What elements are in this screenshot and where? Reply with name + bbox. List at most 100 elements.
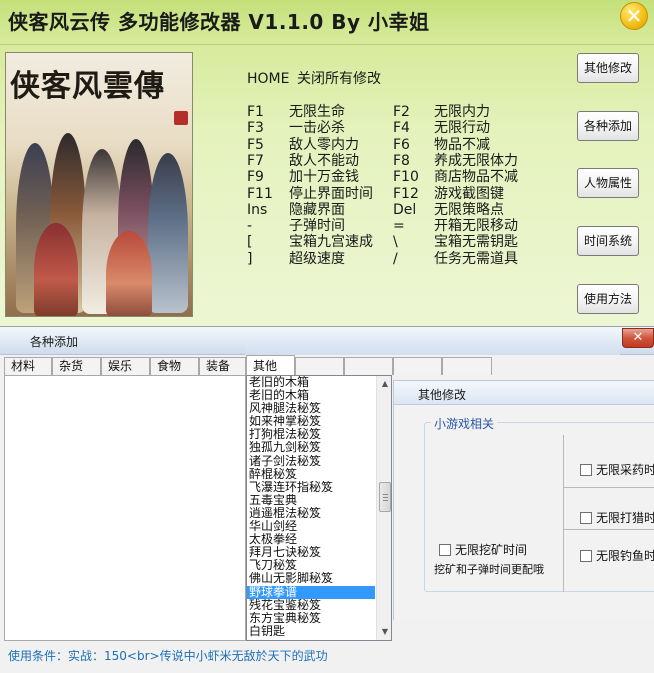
title-bar: 侠客风云传 多功能修改器 V1.1.0 By 小幸姐 ✕ <box>0 0 654 44</box>
list-item[interactable]: 风神腿法秘笈 <box>247 402 375 415</box>
checkbox-label: 无限挖矿时间 <box>455 543 528 557</box>
list-item[interactable]: 如来神掌秘笈 <box>247 415 375 428</box>
hotkey-key: F11 <box>247 185 273 202</box>
close-icon[interactable]: ✕ <box>620 2 648 30</box>
hotkey-row: F1 无限生命 F2 无限内力 <box>247 104 567 121</box>
tab-empty[interactable] <box>393 357 442 375</box>
hotkey-action: 无限行动 <box>434 120 490 137</box>
list-item[interactable]: 老旧的木箱 <box>247 376 375 389</box>
hotkey-action: 无限策略点 <box>434 201 504 218</box>
tab-equipment[interactable]: 装备 <box>199 357 246 375</box>
list-item[interactable]: 华山剑经 <box>247 520 375 533</box>
scroll-down-icon[interactable]: ▼ <box>377 624 391 640</box>
hotkey-action: 一击必杀 <box>289 120 345 137</box>
hotkey-key: HOME <box>247 71 290 87</box>
checkbox-box[interactable] <box>580 550 592 562</box>
list-item[interactable]: 诸子剑法秘笈 <box>247 455 375 468</box>
list-item[interactable]: 白钥匙 <box>247 625 375 638</box>
scroll-up-icon[interactable]: ▲ <box>377 376 391 392</box>
hotkey-key: Ins <box>247 201 268 218</box>
checkbox-box[interactable] <box>580 464 592 476</box>
tab-empty[interactable] <box>295 357 344 375</box>
tab-sundries[interactable]: 杂货 <box>52 357 101 375</box>
usage-guide-button[interactable]: 使用方法 <box>577 284 639 314</box>
list-item[interactable]: 东方宝典秘笈 <box>247 612 375 625</box>
hotkey-list: HOME 关闭所有修改 F1 无限生命 F2 无限内力 F3 一击必杀 F4 无限行动 F5 敌人… <box>247 68 567 318</box>
window-title: 侠客风云传 多功能修改器 V1.1.0 By 小幸姐 <box>8 10 430 34</box>
list-item[interactable]: 独孤九剑秘笈 <box>247 441 375 454</box>
list-item[interactable]: 醉棍秘笈 <box>247 468 375 481</box>
title-divider <box>0 44 654 45</box>
hotkey-key: F1 <box>247 104 264 120</box>
usage-condition-text: 使用条件：实战：150<br>传说中小虾米无敌於天下的武功 <box>8 649 328 663</box>
infinite-fishing-time-checkbox[interactable]: 无限钓鱼时 <box>580 547 654 564</box>
time-system-button[interactable]: 时间系统 <box>577 226 639 256</box>
hotkey-key: F4 <box>393 120 410 137</box>
list-item[interactable]: 打狗棍法秘笈 <box>247 428 375 441</box>
hotkey-row: F5 敌人零内力 F6 物品不减 <box>247 137 567 154</box>
hotkey-action: 隐藏界面 <box>289 201 345 218</box>
hotkey-key: F2 <box>393 104 410 120</box>
game-cover-image: 侠客风雲傳 <box>5 52 193 317</box>
hotkey-action: 关闭所有修改 <box>297 71 381 87</box>
category-tabs: 材料 杂货 娱乐 食物 装备 其他 <box>4 355 494 375</box>
list-item[interactable]: 飞刀秘笈 <box>247 559 375 572</box>
cover-seal-icon <box>174 111 188 125</box>
list-item[interactable]: 残花宝鉴秘笈 <box>247 599 375 612</box>
tab-food[interactable]: 食物 <box>150 357 199 375</box>
list-item[interactable]: 逍遥棍法秘笈 <box>247 507 375 520</box>
cover-figure <box>148 153 188 313</box>
scroll-thumb[interactable] <box>379 482 391 512</box>
list-scrollbar[interactable]: ▲ ▼ <box>376 376 391 640</box>
character-attributes-button[interactable]: 人物属性 <box>577 168 639 198</box>
other-window-titlebar: 其他修改 <box>394 381 654 405</box>
background-window-strip <box>245 341 620 355</box>
hotkey-key: [ <box>247 234 253 251</box>
checkbox-box[interactable] <box>439 544 451 556</box>
list-item[interactable]: 佛山无影脚秘笈 <box>247 572 375 585</box>
item-listbox[interactable]: 老旧的木箱 老旧的木箱 风神腿法秘笈 如来神掌秘笈 打狗棍法秘笈 独孤九剑秘笈 诸子剑法秘笈… <box>246 375 392 641</box>
close-icon[interactable]: ✕ <box>622 328 654 348</box>
checkbox-label: 无限采药时 <box>596 463 654 477</box>
tab-entertainment[interactable]: 娱乐 <box>101 357 150 375</box>
checkbox-label: 无限钓鱼时 <box>596 549 654 563</box>
hotkey-row: F7 敌人不能动 F8 养成无限体力 <box>247 153 567 170</box>
list-item[interactable]: 老旧的木箱 <box>247 389 375 402</box>
list-item[interactable]: 野球拳谱 <box>247 585 375 599</box>
list-item[interactable]: 拜月七诀秘笈 <box>247 546 375 559</box>
hotkey-action: 任务无需道具 <box>434 250 518 267</box>
other-mods-button[interactable]: 其他修改 <box>577 53 639 83</box>
hotkey-key: F9 <box>247 169 264 186</box>
hotkey-key: F5 <box>247 136 264 153</box>
hotkey-key: F7 <box>247 152 264 169</box>
tab-materials[interactable]: 材料 <box>4 357 52 375</box>
list-item[interactable]: 五毒宝典 <box>247 494 375 507</box>
hotkey-row-home: HOME 关闭所有修改 <box>247 71 567 88</box>
infinite-mining-time-checkbox[interactable]: 无限挖矿时间 <box>439 541 527 558</box>
hotkey-action: 敌人不能动 <box>289 152 359 169</box>
hotkey-key: - <box>247 218 253 235</box>
infinite-hunt-time-checkbox[interactable]: 无限打猎时 <box>580 509 654 526</box>
hotkey-row: ] 超级速度 / 任务无需道具 <box>247 251 567 268</box>
tab-other[interactable]: 其他 <box>246 355 295 375</box>
group-divider <box>563 529 654 530</box>
infinite-herb-time-checkbox[interactable]: 无限采药时 <box>580 461 654 478</box>
hotkey-action: 无限生命 <box>289 104 345 120</box>
hotkey-key: ] <box>247 250 253 267</box>
hotkey-row: - 子弹时间 = 开箱无限移动 <box>247 218 567 235</box>
add-window-title: 各种添加 <box>30 335 79 349</box>
add-items-button[interactable]: 各种添加 <box>577 111 639 141</box>
hotkey-action: 无限内力 <box>434 104 490 120</box>
list-item[interactable]: 太极拳经 <box>247 533 375 546</box>
tab-empty[interactable] <box>344 357 393 375</box>
hotkey-action: 加十万金钱 <box>289 169 359 186</box>
other-mods-window: 其他修改 小游戏相关 无限采药时 无限打猎时 无限钓鱼时 无限挖矿时间 挖矿和子… <box>393 380 654 620</box>
list-item[interactable]: 飞瀑连环指秘笈 <box>247 481 375 494</box>
hotkey-action: 游戏截图键 <box>434 185 504 202</box>
tab-empty[interactable] <box>442 357 492 375</box>
minigame-group: 小游戏相关 无限采药时 无限打猎时 无限钓鱼时 无限挖矿时间 挖矿和子弹时间更配… <box>424 415 654 592</box>
hotkey-row: Ins 隐藏界面 Del 无限策略点 <box>247 202 567 219</box>
hotkey-key: \ <box>393 234 398 251</box>
group-divider <box>563 435 564 592</box>
checkbox-box[interactable] <box>580 512 592 524</box>
